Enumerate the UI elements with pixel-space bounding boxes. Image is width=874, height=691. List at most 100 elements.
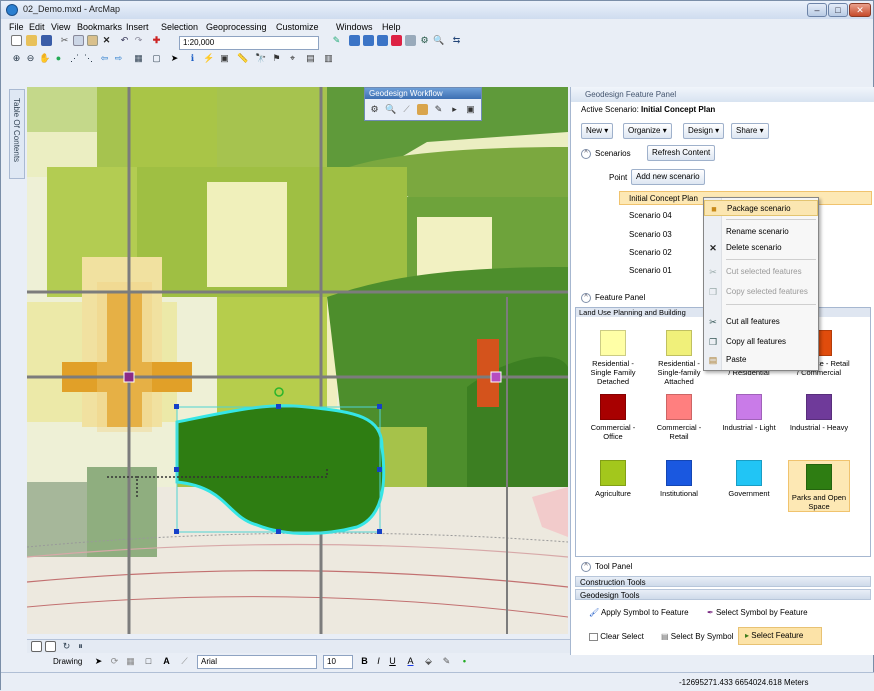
zoom-in-icon[interactable]: ⊕	[11, 53, 22, 64]
xy-icon[interactable]: ⌖	[287, 53, 298, 64]
menu-edit[interactable]: Edit	[29, 22, 45, 32]
toc-icon[interactable]	[349, 35, 360, 46]
delete-icon[interactable]: ✕	[101, 35, 112, 46]
scenario-item[interactable]: Scenario 03	[629, 230, 672, 239]
line-color-icon[interactable]: ✎	[441, 656, 452, 667]
context-item-copy-all[interactable]: ❐ Copy all features	[704, 334, 818, 350]
context-item-cut-selected[interactable]: ✂ Cut selected features	[704, 264, 818, 280]
hyperlink-icon[interactable]: ⚡	[203, 53, 214, 64]
search-window-icon[interactable]	[377, 35, 388, 46]
context-item-delete[interactable]: ✕ Delete scenario	[704, 240, 818, 256]
workflow-tool-5-icon[interactable]: ✎	[433, 104, 444, 115]
share-menu-button[interactable]: Share ▾	[731, 123, 769, 139]
fill-color-icon[interactable]: ⬙	[423, 656, 434, 667]
feature-swatch-item[interactable]: Industrial - Heavy	[788, 394, 850, 432]
catalog-icon[interactable]	[363, 35, 374, 46]
refresh-content-button[interactable]: Refresh Content	[647, 145, 716, 161]
menu-file[interactable]: File	[9, 22, 24, 32]
scenario-item[interactable]: Scenario 04	[629, 211, 672, 220]
feature-swatch-item[interactable]: Agriculture	[582, 460, 644, 498]
full-extent-icon[interactable]: ●	[53, 53, 64, 64]
zoom-whole-page-icon[interactable]: ▦	[125, 656, 136, 667]
workflow-tool-6-icon[interactable]: ▸	[449, 104, 460, 115]
measure-icon[interactable]: 📏	[237, 53, 248, 64]
font-combo[interactable]: Arial	[197, 655, 317, 669]
apply-symbol-tool[interactable]: 🖌 Apply Symbol to Feature	[589, 608, 689, 617]
italic-icon[interactable]: I	[373, 656, 384, 667]
add-new-scenario-button[interactable]: Add new scenario	[631, 169, 705, 185]
workflow-tool-2-icon[interactable]: 🔍	[385, 104, 396, 115]
scenario-item[interactable]: Initial Concept Plan	[629, 194, 698, 203]
fixed-zoom-in-icon[interactable]: ⋰	[69, 53, 80, 64]
workflow-tool-4-icon[interactable]	[417, 104, 428, 115]
clear-selection-icon[interactable]: ▢	[151, 53, 162, 64]
zoom-out-icon[interactable]: ⊖	[25, 53, 36, 64]
scenario-item[interactable]: Scenario 02	[629, 248, 672, 257]
rotate-icon[interactable]: ⟳	[109, 656, 120, 667]
drawing-menu[interactable]: Drawing	[53, 657, 82, 666]
feature-swatch-item[interactable]: Residential - Single-family Attached	[648, 330, 710, 386]
toc-strip[interactable]: Table Of Contents	[9, 89, 25, 179]
workflow-tool-1-icon[interactable]: ⚙	[369, 104, 380, 115]
close-button[interactable]: ✕	[849, 3, 871, 17]
minimize-button[interactable]: –	[807, 3, 827, 17]
map-canvas[interactable]	[27, 87, 568, 634]
open-folder-icon[interactable]	[26, 35, 37, 46]
menu-insert[interactable]: Insert	[126, 22, 149, 32]
feature-panel-header[interactable]: ^ Feature Panel	[581, 293, 645, 303]
arctoolbox-icon[interactable]	[391, 35, 402, 46]
data-view-icon[interactable]	[31, 641, 42, 652]
design-menu-button[interactable]: Design ▾	[683, 123, 725, 139]
underline-icon[interactable]: U	[387, 656, 398, 667]
search-icon[interactable]: 🔍	[433, 35, 444, 46]
pan-icon[interactable]: ✋	[39, 53, 50, 64]
context-item-copy-selected[interactable]: ❐ Copy selected features	[704, 284, 818, 300]
add-data-icon[interactable]: ✚	[151, 35, 162, 46]
context-item-paste[interactable]: ▤ Paste	[704, 352, 818, 368]
copy-icon[interactable]	[73, 35, 84, 46]
route-icon[interactable]: ⚑	[271, 53, 282, 64]
rectangle-icon[interactable]: □	[143, 656, 154, 667]
redo-icon[interactable]: ↷	[133, 35, 144, 46]
menu-bookmarks[interactable]: Bookmarks	[77, 22, 122, 32]
menu-help[interactable]: Help	[382, 22, 401, 32]
identify-icon[interactable]: ℹ	[187, 53, 198, 64]
connect-icon[interactable]: ⇆	[451, 35, 462, 46]
geodesign-tools-bar[interactable]: Geodesign Tools	[575, 589, 871, 600]
marker-color-icon[interactable]: •	[459, 656, 470, 667]
menu-geoprocessing[interactable]: Geoprocessing	[206, 22, 267, 32]
feature-swatch-item[interactable]: Institutional	[648, 460, 710, 498]
model-builder-icon[interactable]: ⚙	[419, 35, 430, 46]
python-icon[interactable]	[405, 35, 416, 46]
layout-view-icon[interactable]	[45, 641, 56, 652]
select-icon[interactable]: ➤	[169, 53, 180, 64]
font-size-combo[interactable]: 10	[323, 655, 353, 669]
select-elements-icon[interactable]: ➤	[93, 656, 104, 667]
select-elements-icon[interactable]: ▦	[133, 53, 144, 64]
workflow-tool-3-icon[interactable]: ⟋	[401, 104, 412, 115]
pause-drawing-icon[interactable]: ⏸	[75, 641, 86, 652]
feature-swatch-item[interactable]: Industrial - Light	[718, 394, 780, 432]
menu-selection[interactable]: Selection	[161, 22, 198, 32]
collapse-icon[interactable]: ^	[581, 149, 591, 159]
font-color-icon[interactable]: A	[405, 656, 416, 667]
find-icon[interactable]: 🔭	[255, 53, 266, 64]
scale-combo[interactable]: 1:20,000	[179, 36, 319, 50]
paste-icon[interactable]	[87, 35, 98, 46]
feature-swatch-item[interactable]: Commercial - Retail	[648, 394, 710, 441]
editor-icon[interactable]: ✎	[331, 35, 342, 46]
bold-icon[interactable]: B	[359, 656, 370, 667]
forward-icon[interactable]: ⇨	[113, 53, 124, 64]
context-item-rename[interactable]: Rename scenario	[704, 224, 818, 240]
maximize-button[interactable]: □	[828, 3, 848, 17]
feature-swatch-item[interactable]: Commercial - Office	[582, 394, 644, 441]
select-by-symbol-tool[interactable]: ▤ Select By Symbol	[661, 632, 734, 641]
time-slider-icon[interactable]: ▤	[305, 53, 316, 64]
feature-swatch-item[interactable]: Government	[718, 460, 780, 498]
organize-menu-button[interactable]: Organize ▾	[623, 123, 672, 139]
viewer-icon[interactable]: ▥	[323, 53, 334, 64]
scenarios-header[interactable]: ^ Scenarios	[581, 149, 631, 159]
back-icon[interactable]: ⇦	[99, 53, 110, 64]
menu-windows[interactable]: Windows	[336, 22, 373, 32]
new-menu-button[interactable]: New ▾	[581, 123, 614, 139]
